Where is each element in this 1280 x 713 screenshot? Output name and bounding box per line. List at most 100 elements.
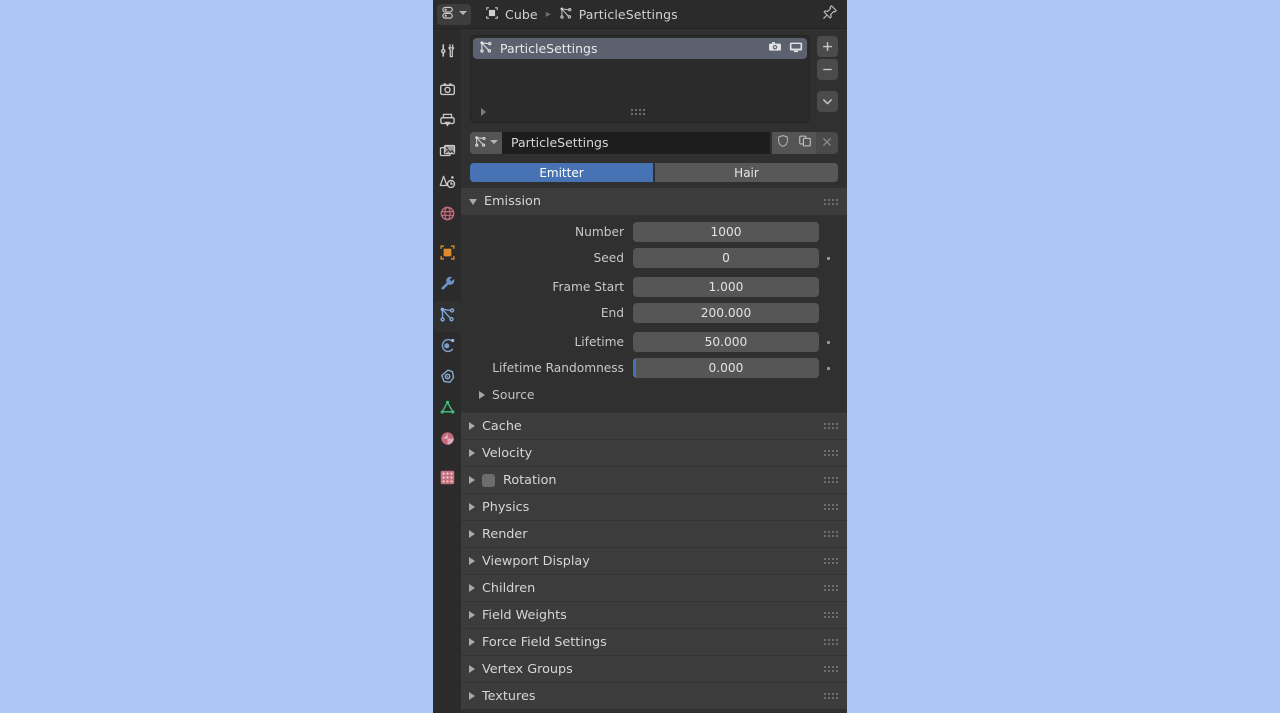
grip-dots-icon[interactable] xyxy=(824,504,838,510)
new-copy-button[interactable] xyxy=(794,131,816,154)
sidebar-item-world[interactable] xyxy=(433,200,461,231)
grip-dots-icon[interactable] xyxy=(824,423,838,429)
panel-title: Force Field Settings xyxy=(482,634,607,650)
grip-dots-icon[interactable] xyxy=(824,558,838,564)
panel-header-viewport-display[interactable]: Viewport Display xyxy=(461,547,847,574)
panel-header-render[interactable]: Render xyxy=(461,520,847,547)
animate-decorator[interactable] xyxy=(819,366,838,370)
datablock-name-field[interactable]: ParticleSettings xyxy=(502,131,770,154)
sidebar-item-output[interactable] xyxy=(433,107,461,138)
grip-dots-icon[interactable] xyxy=(824,612,838,618)
panel-header-vertex-groups[interactable]: Vertex Groups xyxy=(461,655,847,682)
tab-emitter[interactable]: Emitter xyxy=(470,163,653,182)
sidebar-item-tool[interactable] xyxy=(433,37,461,68)
grip-dots-icon[interactable] xyxy=(824,666,838,672)
panel-header-velocity[interactable]: Velocity xyxy=(461,439,847,466)
property-label: End xyxy=(600,306,624,320)
tab-hair[interactable]: Hair xyxy=(655,163,838,182)
sidebar-item-modifiers[interactable] xyxy=(433,270,461,301)
panel-title: Children xyxy=(482,580,536,596)
lifetime-randomness-slider[interactable]: 0.000 xyxy=(633,358,819,378)
panel-title: Viewport Display xyxy=(482,553,590,569)
datablock-browse-button[interactable] xyxy=(470,131,502,154)
editor-type-selector[interactable] xyxy=(437,3,471,25)
panel-title: Field Weights xyxy=(482,607,567,623)
grip-dots-icon[interactable] xyxy=(824,639,838,645)
sidebar-item-object-data[interactable] xyxy=(433,394,461,425)
sidebar-item-particles[interactable] xyxy=(433,301,461,332)
grip-dots-icon[interactable] xyxy=(631,109,645,115)
panel-title: Rotation xyxy=(503,472,557,488)
list-item[interactable]: ParticleSettings xyxy=(473,38,807,59)
render-camera-icon xyxy=(439,81,456,102)
grip-dots-icon[interactable] xyxy=(824,477,838,483)
subpanel-header-source[interactable]: Source xyxy=(461,379,847,405)
particles-icon xyxy=(474,133,487,152)
panel-header-force-field-settings[interactable]: Force Field Settings xyxy=(461,628,847,655)
camera-icon[interactable] xyxy=(768,39,782,58)
panel-title: Velocity xyxy=(482,445,533,461)
breadcrumb-item-object[interactable]: Cube xyxy=(485,5,538,24)
add-particle-system-button[interactable] xyxy=(816,36,838,57)
grip-dots-icon[interactable] xyxy=(824,531,838,537)
frame-start-field[interactable]: 1.000 xyxy=(633,277,819,297)
sidebar-item-physics[interactable] xyxy=(433,332,461,363)
object-square-icon xyxy=(439,244,456,265)
animate-decorator[interactable] xyxy=(819,256,838,260)
sidebar-item-object[interactable] xyxy=(433,239,461,270)
grip-dots-icon[interactable] xyxy=(824,693,838,699)
fake-user-button[interactable] xyxy=(772,131,794,154)
decorator-placeholder xyxy=(819,286,838,289)
editor-header: Cube ▸ ParticleSettings xyxy=(433,0,847,29)
rotation-checkbox[interactable] xyxy=(482,473,495,487)
lifetime-field[interactable]: 50.000 xyxy=(633,332,819,352)
panel-header-rotation[interactable]: Rotation xyxy=(461,466,847,493)
animate-decorator[interactable] xyxy=(819,340,838,344)
panel-header-children[interactable]: Children xyxy=(461,574,847,601)
panel-header-emission[interactable]: Emission xyxy=(461,188,847,215)
chevron-down-icon xyxy=(490,139,498,147)
mesh-data-triangle-icon xyxy=(439,399,456,420)
pin-icon[interactable] xyxy=(822,4,838,24)
list-footer xyxy=(471,104,809,120)
panel-header-textures[interactable]: Textures xyxy=(461,682,847,709)
sidebar-item-material[interactable] xyxy=(433,425,461,456)
sidebar-item-view-layer[interactable] xyxy=(433,138,461,169)
panel-header-field-weights[interactable]: Field Weights xyxy=(461,601,847,628)
triangle-right-icon xyxy=(469,611,475,619)
panel-title: Physics xyxy=(482,499,530,515)
sidebar-item-texture[interactable] xyxy=(433,464,461,495)
world-globe-icon xyxy=(439,205,456,226)
triangle-right-icon xyxy=(469,584,475,592)
physics-orbit-icon xyxy=(439,337,456,358)
grip-dots-icon[interactable] xyxy=(824,450,838,456)
panel-header-physics[interactable]: Physics xyxy=(461,493,847,520)
remove-particle-system-button[interactable] xyxy=(816,59,838,80)
property-row-lifetime-randomness: Lifetime Randomness 0.000 xyxy=(461,357,847,379)
grip-dots-icon[interactable] xyxy=(824,585,838,591)
number-field[interactable]: 1000 xyxy=(633,222,819,242)
unlink-button[interactable] xyxy=(816,131,838,154)
grip-dots-icon[interactable] xyxy=(824,198,838,205)
breadcrumb-separator: ▸ xyxy=(545,8,551,20)
panel-stack: Emission Number 1000 Seed 0 Frame Start … xyxy=(461,188,847,713)
shield-icon xyxy=(776,133,790,152)
seed-field[interactable]: 0 xyxy=(633,248,819,268)
subpanel-title: Source xyxy=(492,387,535,402)
specials-menu-button[interactable] xyxy=(816,91,838,112)
sidebar-item-render[interactable] xyxy=(433,76,461,107)
list-item-label: ParticleSettings xyxy=(500,41,598,56)
properties-tab-rail xyxy=(433,29,461,713)
triangle-right-icon[interactable] xyxy=(481,108,486,116)
x-icon xyxy=(821,133,833,152)
sidebar-item-scene[interactable] xyxy=(433,169,461,200)
output-printer-icon xyxy=(439,112,456,133)
monitor-icon[interactable] xyxy=(789,39,803,58)
decorator-placeholder xyxy=(819,312,838,315)
frame-end-field[interactable]: 200.000 xyxy=(633,303,819,323)
panel-header-cache[interactable]: Cache xyxy=(461,412,847,439)
particle-system-list[interactable]: ParticleSettings xyxy=(470,35,810,123)
scene-cone-icon xyxy=(439,174,456,195)
sidebar-item-object-constraints[interactable] xyxy=(433,363,461,394)
breadcrumb-item-particles[interactable]: ParticleSettings xyxy=(559,5,678,24)
